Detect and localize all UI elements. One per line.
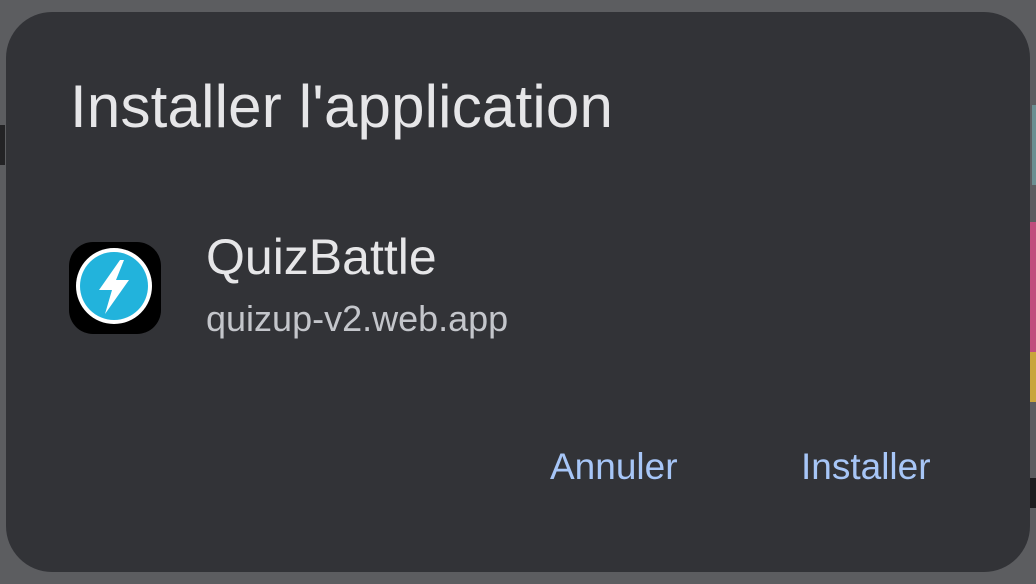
background-app-edge	[0, 125, 5, 165]
lightning-bolt-icon	[76, 247, 154, 324]
background-app-edge	[1030, 222, 1036, 352]
install-button[interactable]: Installer	[801, 442, 931, 492]
app-url: quizup-v2.web.app	[206, 298, 509, 339]
background-app-edge	[1030, 352, 1036, 402]
install-app-dialog: Installer l'application QuizBattle quizu…	[6, 12, 1030, 572]
background-app-edge	[1032, 105, 1036, 185]
dialog-title: Installer l'application	[70, 73, 614, 140]
app-icon	[69, 242, 161, 334]
background-app-edge	[1030, 478, 1036, 508]
app-name: QuizBattle	[206, 229, 437, 285]
cancel-button[interactable]: Annuler	[550, 442, 678, 492]
